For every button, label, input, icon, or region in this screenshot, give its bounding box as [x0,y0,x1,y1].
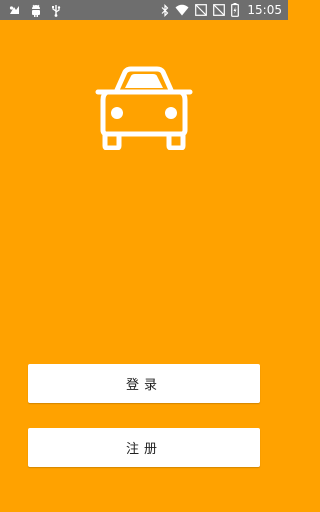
battery-icon [231,3,240,17]
car-icon [95,66,193,150]
status-bar: 15:05 [0,0,288,20]
status-notifications [8,3,61,17]
login-button[interactable]: 登录 [28,364,260,403]
welcome-screen: 登录 注册 [0,20,288,512]
status-indicators: 15:05 [161,2,282,18]
wifi-icon [175,4,189,16]
register-button[interactable]: 注册 [28,428,260,467]
status-time: 15:05 [247,3,282,17]
bluetooth-icon [161,3,169,17]
no-sim-icon [213,4,226,16]
notification-icon [9,5,19,14]
no-signal-icon [195,4,208,16]
android-debug-icon [32,4,40,17]
usb-icon [52,4,61,17]
